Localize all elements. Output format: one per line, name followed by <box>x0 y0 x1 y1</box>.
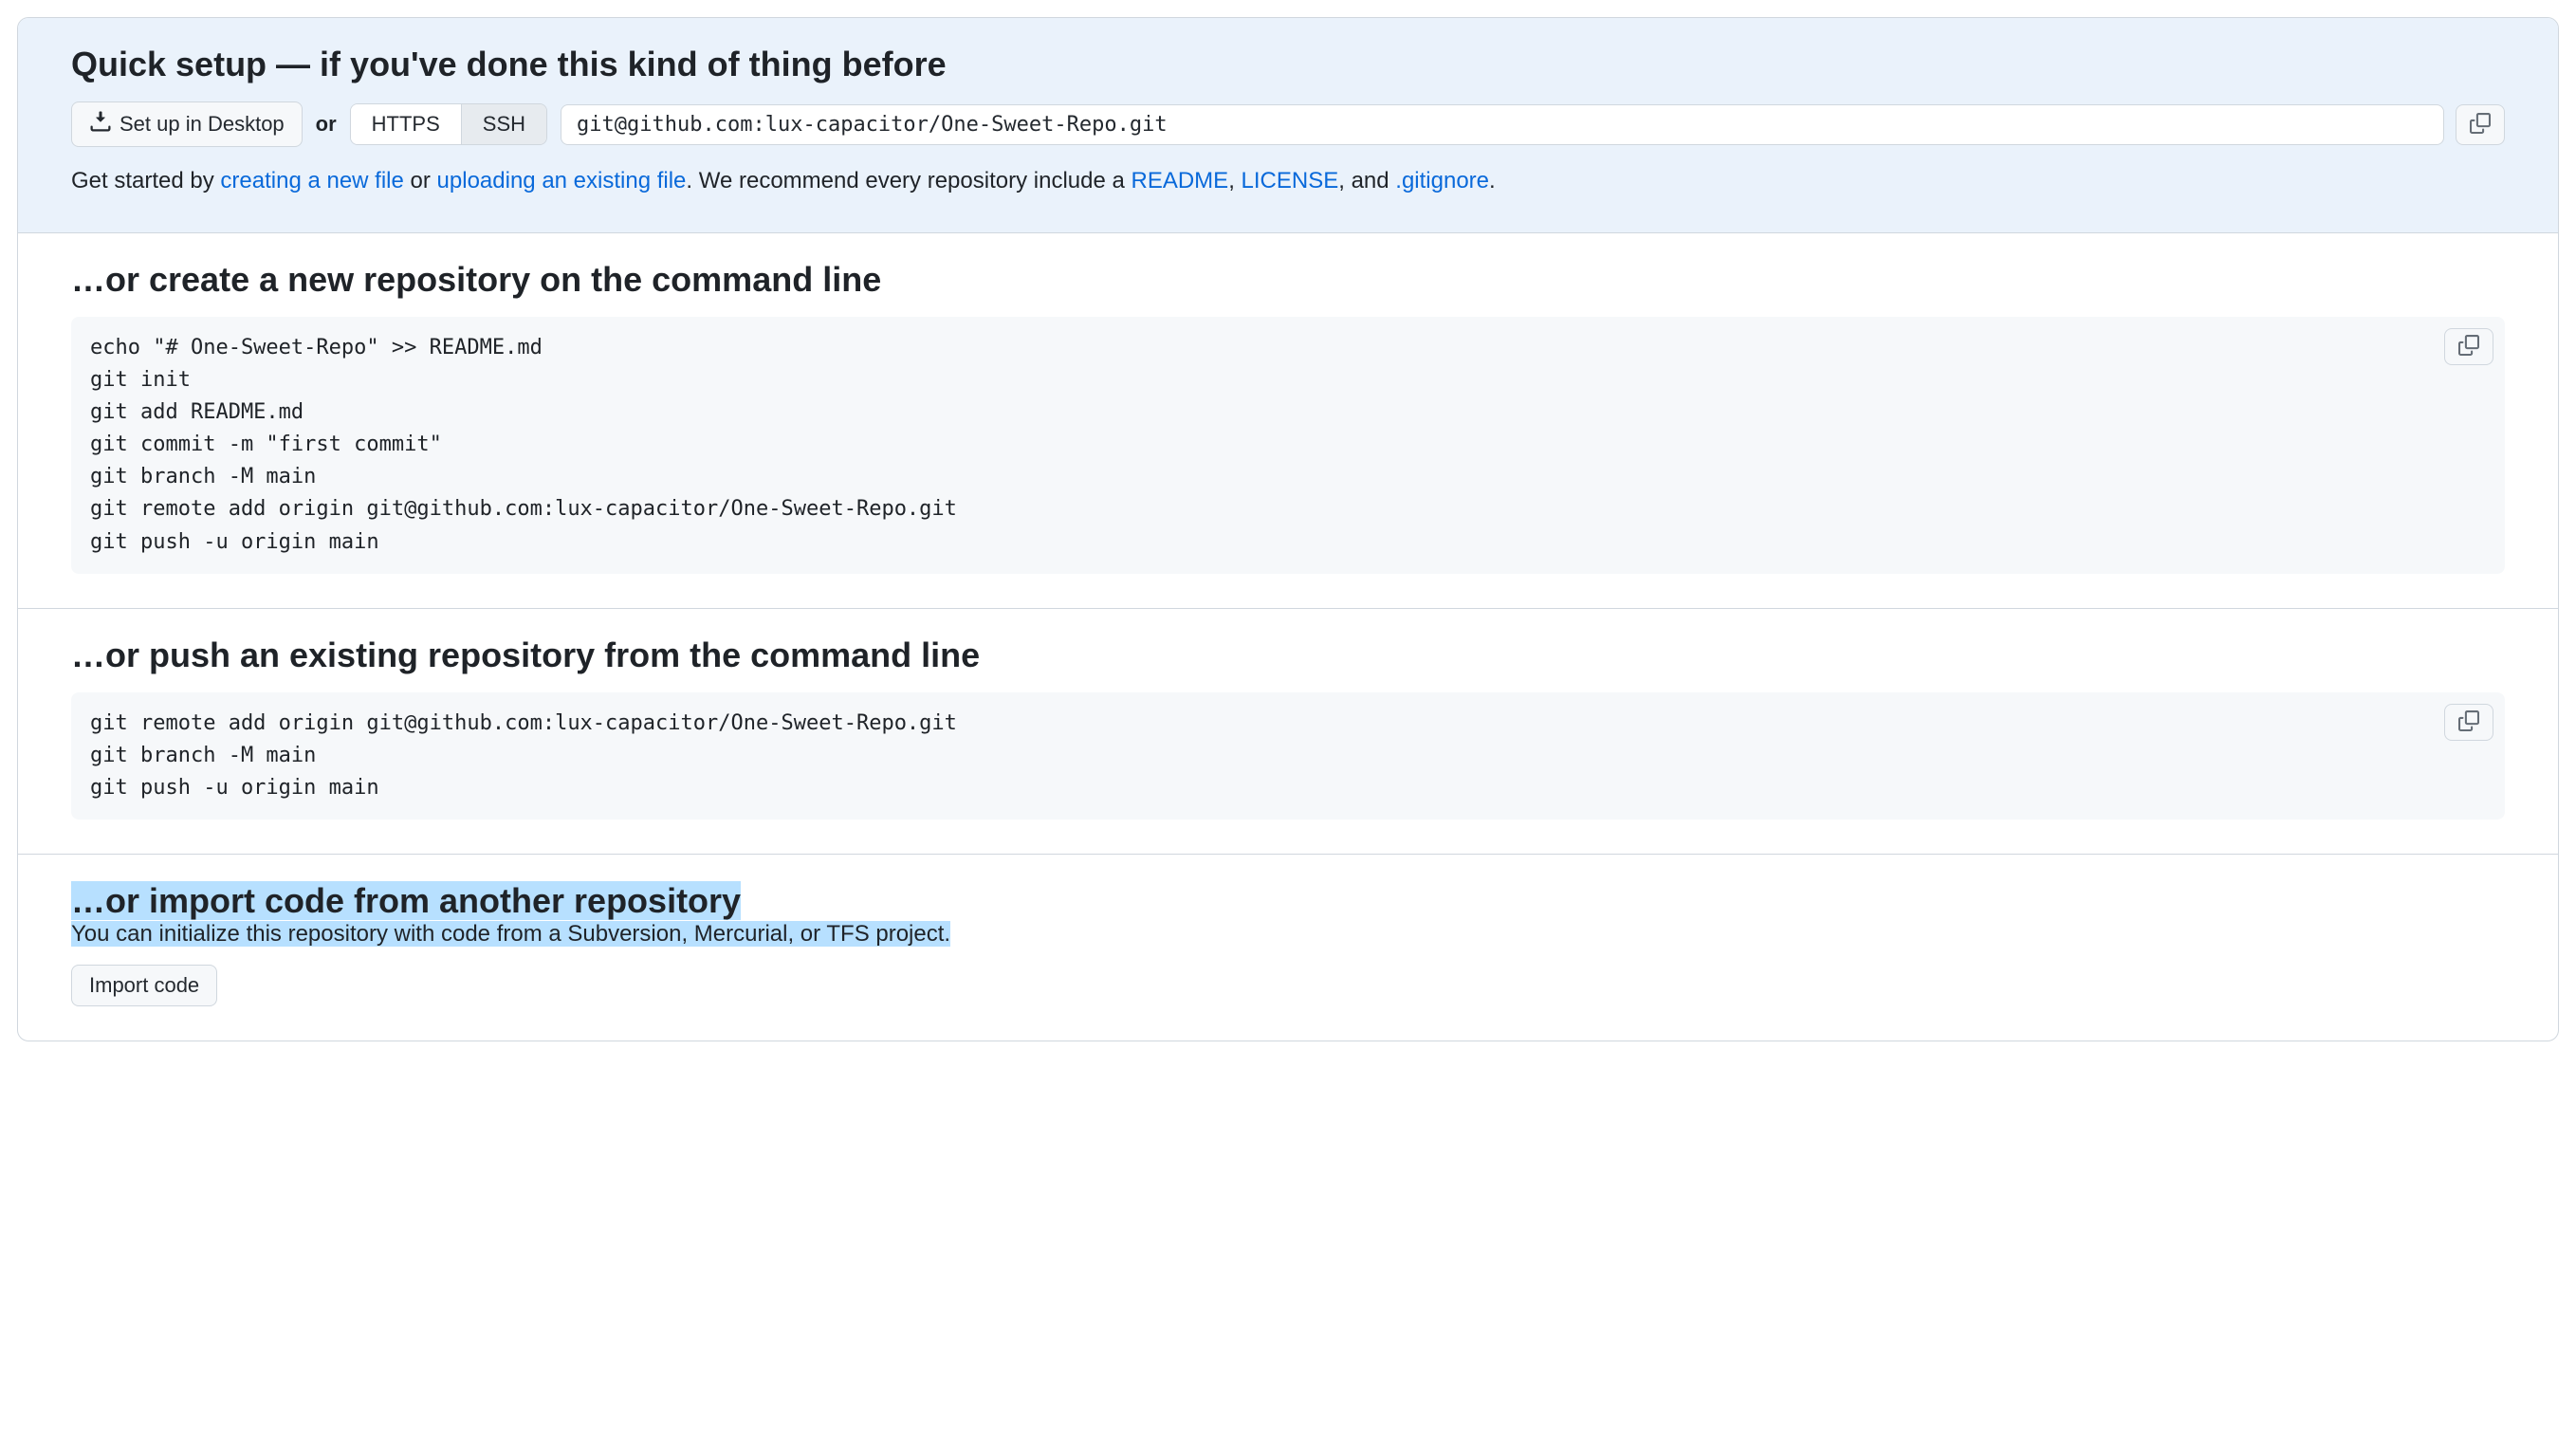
https-toggle[interactable]: HTTPS <box>351 104 461 144</box>
import-description: You can initialize this repository with … <box>71 921 950 947</box>
license-link[interactable]: LICENSE <box>1242 168 1339 193</box>
copy-create-code-button[interactable] <box>2444 328 2493 365</box>
create-repo-code[interactable]: echo "# One-Sweet-Repo" >> README.md git… <box>71 317 2505 574</box>
import-code-button[interactable]: Import code <box>71 965 217 1006</box>
push-repo-section: …or push an existing repository from the… <box>18 608 2558 854</box>
upload-file-link[interactable]: uploading an existing file <box>437 168 687 193</box>
clone-url-group <box>561 104 2505 145</box>
clipboard-icon <box>2458 335 2479 359</box>
create-new-file-link[interactable]: creating a new file <box>220 168 403 193</box>
clone-url-input[interactable] <box>561 104 2444 145</box>
clipboard-icon <box>2470 113 2491 137</box>
clipboard-icon <box>2458 710 2479 734</box>
create-repo-section: …or create a new repository on the comma… <box>18 232 2558 608</box>
import-heading: …or import code from another repository <box>71 881 741 920</box>
readme-link[interactable]: README <box>1132 168 1229 193</box>
desktop-download-icon <box>89 110 112 138</box>
push-repo-code[interactable]: git remote add origin git@github.com:lux… <box>71 692 2505 820</box>
or-separator: or <box>316 112 337 137</box>
create-repo-heading: …or create a new repository on the comma… <box>71 260 2505 300</box>
copy-clone-url-button[interactable] <box>2456 104 2505 145</box>
quick-setup-section: Quick setup — if you've done this kind o… <box>18 18 2558 232</box>
setup-in-desktop-button[interactable]: Set up in Desktop <box>71 101 303 147</box>
clone-protocol-segmented: HTTPS SSH <box>350 103 547 145</box>
import-section: …or import code from another repository … <box>18 854 2558 1041</box>
quick-setup-heading: Quick setup — if you've done this kind o… <box>71 45 2505 84</box>
push-repo-heading: …or push an existing repository from the… <box>71 635 2505 675</box>
quick-setup-controls: Set up in Desktop or HTTPS SSH <box>71 101 2505 147</box>
ssh-toggle[interactable]: SSH <box>461 104 546 144</box>
quick-setup-helper: Get started by creating a new file or up… <box>71 164 2505 198</box>
empty-repo-panel: Quick setup — if you've done this kind o… <box>17 17 2559 1041</box>
copy-push-code-button[interactable] <box>2444 704 2493 741</box>
desktop-button-label: Set up in Desktop <box>120 112 285 137</box>
gitignore-link[interactable]: .gitignore <box>1395 168 1489 193</box>
